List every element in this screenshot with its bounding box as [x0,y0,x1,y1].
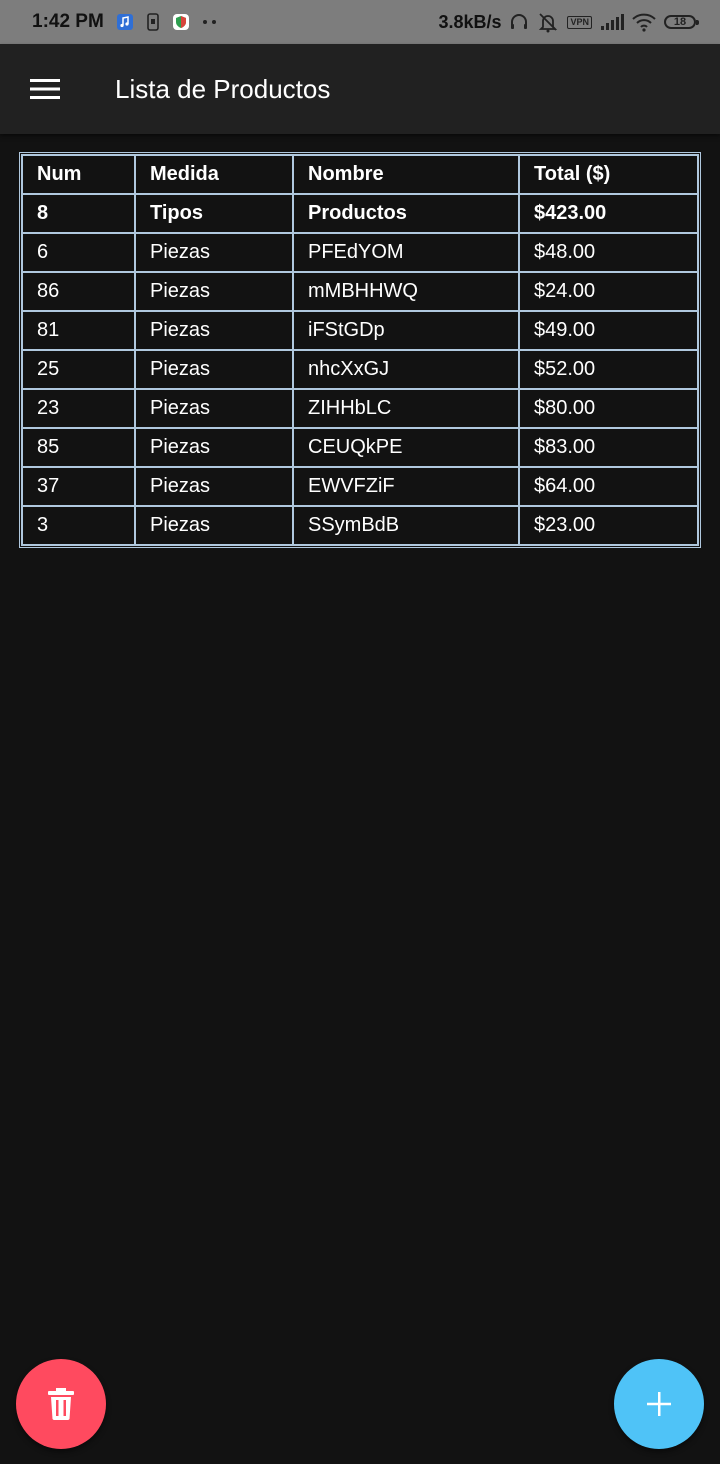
cell-nombre: EWVFZiF [292,466,520,507]
app-bar: Lista de Productos [0,44,720,134]
cell-num: 86 [21,271,136,312]
cell-nombre: mMBHHWQ [292,271,520,312]
cell-nombre: PFEdYOM [292,232,520,273]
table-row[interactable]: 3 Piezas SSymBdB $23.00 [21,505,699,546]
table-row[interactable]: 37 Piezas EWVFZiF $64.00 [21,466,699,507]
headphones-icon [509,12,529,32]
menu-button[interactable] [0,44,90,134]
signal-icon [600,14,624,30]
table-row[interactable]: 85 Piezas CEUQkPE $83.00 [21,427,699,468]
summary-count: 8 [21,193,136,234]
status-time: 1:42 PM [32,11,104,32]
battery-icon: 18 [664,15,699,29]
more-dots-icon [202,18,218,26]
cell-num: 25 [21,349,136,390]
cell-medida: Piezas [134,505,294,546]
cell-medida: Piezas [134,232,294,273]
table-row[interactable]: 81 Piezas iFStGDp $49.00 [21,310,699,351]
header-num: Num [21,154,136,195]
cell-total: $80.00 [518,388,699,429]
battery-level: 18 [673,16,687,28]
cell-num: 85 [21,427,136,468]
cell-medida: Piezas [134,466,294,507]
plus-icon [646,1391,672,1417]
cell-total: $64.00 [518,466,699,507]
menu-icon [30,78,60,100]
cell-nombre: iFStGDp [292,310,520,351]
cell-total: $83.00 [518,427,699,468]
cell-total: $49.00 [518,310,699,351]
page-title: Lista de Productos [115,73,331,104]
header-medida: Medida [134,154,294,195]
table-summary-row: 8 Tipos Productos $423.00 [21,193,699,234]
cell-medida: Piezas [134,388,294,429]
add-product-button[interactable] [614,1359,704,1449]
security-app-icon [172,13,190,31]
delete-button[interactable] [16,1359,106,1449]
alarm-off-icon [537,11,559,33]
cell-num: 6 [21,232,136,273]
header-total: Total ($) [518,154,699,195]
cell-nombre: CEUQkPE [292,427,520,468]
cell-total: $24.00 [518,271,699,312]
table-header-row: Num Medida Nombre Total ($) [21,154,699,195]
products-table: Num Medida Nombre Total ($) 8 Tipos Prod… [19,152,701,548]
cell-nombre: ZIHHbLC [292,388,520,429]
summary-types: Tipos [134,193,294,234]
network-speed: 3.8kB/s [438,11,502,32]
vpn-icon: VPN [567,15,592,29]
cell-medida: Piezas [134,349,294,390]
status-bar: 1:42 PM 3.8kB/s VPN 18 [0,0,720,44]
table-row[interactable]: 25 Piezas nhcXxGJ $52.00 [21,349,699,390]
summary-products: Productos [292,193,520,234]
cell-total: $52.00 [518,349,699,390]
table-row[interactable]: 23 Piezas ZIHHbLC $80.00 [21,388,699,429]
screenshot-icon [146,13,160,31]
trash-icon [46,1387,76,1421]
table-row[interactable]: 86 Piezas mMBHHWQ $24.00 [21,271,699,312]
header-nombre: Nombre [292,154,520,195]
cell-num: 37 [21,466,136,507]
cell-total: $48.00 [518,232,699,273]
cell-medida: Piezas [134,427,294,468]
cell-nombre: nhcXxGJ [292,349,520,390]
cell-medida: Piezas [134,271,294,312]
music-app-icon [116,13,134,31]
cell-medida: Piezas [134,310,294,351]
cell-num: 81 [21,310,136,351]
cell-total: $23.00 [518,505,699,546]
summary-total: $423.00 [518,193,699,234]
table-row[interactable]: 6 Piezas PFEdYOM $48.00 [21,232,699,273]
cell-num: 3 [21,505,136,546]
cell-nombre: SSymBdB [292,505,520,546]
cell-num: 23 [21,388,136,429]
wifi-icon [632,12,656,32]
